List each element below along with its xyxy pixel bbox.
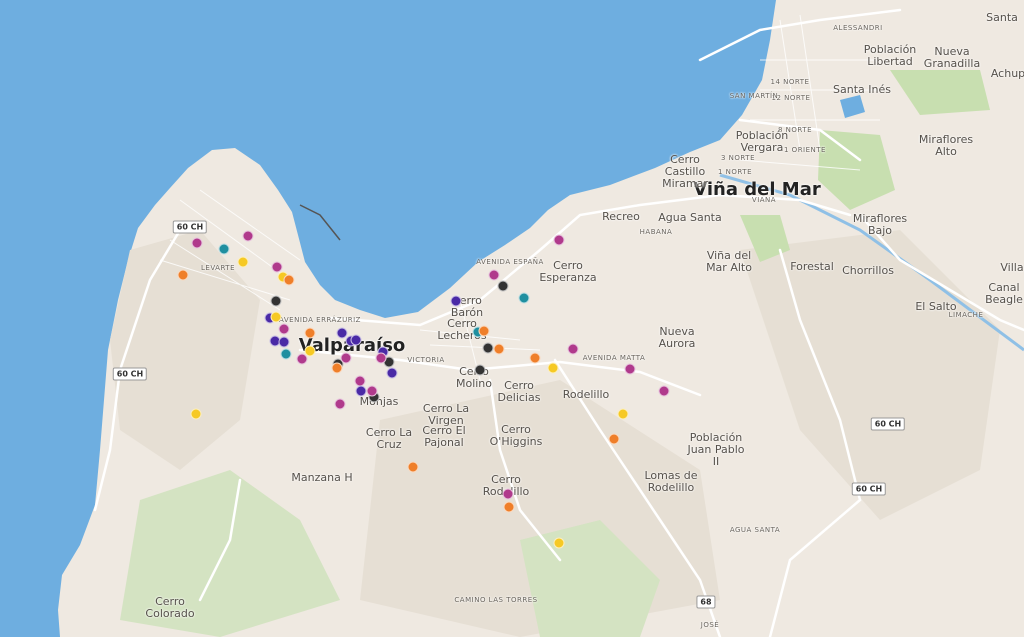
place-label-viana: VIANA — [751, 196, 777, 204]
location-marker-black[interactable] — [474, 364, 486, 376]
place-label-poblacion-juan-pablo: Población Juan Pablo II — [687, 431, 745, 468]
location-marker-magenta[interactable] — [340, 352, 352, 364]
route-shield: 60 CH — [870, 417, 906, 431]
place-label-canal-beagle: Canal Beagle — [985, 281, 1023, 306]
location-marker-orange[interactable] — [478, 325, 490, 337]
route-shield: 60 CH — [172, 220, 208, 234]
location-marker-magenta[interactable] — [191, 237, 203, 249]
location-marker-purple[interactable] — [355, 385, 367, 397]
place-label-forestal: Forestal — [790, 260, 834, 273]
place-label-avenida-matta: AVENIDA MATTA — [582, 354, 646, 362]
place-label-nueva-aurora: Nueva Aurora — [658, 325, 696, 350]
place-label-miraflores-bajo: Miraflores Bajo — [852, 212, 908, 237]
place-label-manzana-h: Manzana H — [291, 471, 353, 484]
location-marker-black[interactable] — [270, 295, 282, 307]
location-marker-yellow[interactable] — [547, 362, 559, 374]
place-label-jose: JOSÉ — [700, 621, 720, 629]
place-label-cerro-colorado: Cerro Colorado — [145, 595, 195, 620]
location-marker-purple[interactable] — [450, 295, 462, 307]
place-label-cerro-castillo: Cerro Castillo Miramar — [662, 153, 708, 190]
location-marker-magenta[interactable] — [553, 234, 565, 246]
place-label-avenida-espana: AVENIDA ESPAÑA — [476, 258, 544, 266]
location-marker-yellow[interactable] — [270, 311, 282, 323]
place-label-cerro-la-cruz: Cerro La Cruz — [365, 426, 413, 451]
location-marker-orange[interactable] — [503, 501, 515, 513]
place-label-recreo: Recreo — [602, 210, 640, 223]
location-marker-orange[interactable] — [407, 461, 419, 473]
location-marker-black[interactable] — [482, 342, 494, 354]
location-marker-black[interactable] — [497, 280, 509, 292]
location-marker-magenta[interactable] — [375, 352, 387, 364]
route-shield: 60 CH — [851, 482, 887, 496]
place-label-lomas-rodelillo: Lomas de Rodelillo — [644, 469, 698, 494]
location-marker-yellow[interactable] — [304, 345, 316, 357]
place-label-poblacion-libertad: Población Libertad — [863, 43, 917, 68]
location-marker-teal[interactable] — [280, 348, 292, 360]
place-label-cerro-esperanza: Cerro Esperanza — [539, 259, 597, 284]
route-shield: 68 — [696, 595, 716, 609]
place-label-nueva-granadilla: Nueva Granadilla — [923, 45, 981, 70]
place-label-camino-las-torres: CAMINO LAS TORRES — [454, 596, 538, 604]
place-label-poblacion-vergara: Población Vergara — [735, 129, 789, 154]
place-label-miraflores-alto: Miraflores Alto — [918, 133, 974, 158]
location-marker-magenta[interactable] — [624, 363, 636, 375]
place-label-villa: Villa — [1000, 261, 1024, 274]
location-marker-orange[interactable] — [304, 327, 316, 339]
place-label-1-oriente: 1 ORIENTE — [784, 146, 826, 154]
location-marker-magenta[interactable] — [567, 343, 579, 355]
place-label-victoria: VICTORIA — [407, 356, 445, 364]
route-shield: 60 CH — [112, 367, 148, 381]
location-marker-teal[interactable] — [518, 292, 530, 304]
location-marker-orange[interactable] — [283, 274, 295, 286]
place-label-cerro-ohiggins: Cerro O'Higgins — [489, 423, 543, 448]
place-label-agua-santa: Agua Santa — [658, 211, 722, 224]
location-marker-magenta[interactable] — [502, 488, 514, 500]
location-marker-orange[interactable] — [529, 352, 541, 364]
place-label-chorrillos: Chorrillos — [842, 264, 894, 277]
place-label-levarte: LEVARTE — [200, 264, 236, 272]
place-label-cerro-el-pajonal: Cerro El Pajonal — [422, 424, 466, 449]
place-label-alessandri: ALESSANDRI — [833, 24, 883, 32]
place-label-habana: HABANA — [639, 228, 673, 236]
location-marker-teal[interactable] — [218, 243, 230, 255]
location-marker-orange[interactable] — [608, 433, 620, 445]
place-label-santa-ines: Santa Inés — [833, 83, 891, 96]
location-marker-orange[interactable] — [331, 362, 343, 374]
location-marker-orange[interactable] — [493, 343, 505, 355]
place-label-san-martin: SAN MARTÍN — [729, 92, 779, 100]
place-label-cerro-delicias: Cerro Delicias — [497, 379, 541, 404]
location-marker-magenta[interactable] — [278, 323, 290, 335]
place-label-vina-mar-alto: Viña del Mar Alto — [706, 249, 752, 274]
place-label-limache: LIMACHE — [948, 311, 984, 319]
location-marker-magenta[interactable] — [334, 398, 346, 410]
place-label-3-norte: 3 NORTE — [721, 154, 755, 162]
location-marker-yellow[interactable] — [237, 256, 249, 268]
location-marker-magenta[interactable] — [242, 230, 254, 242]
location-marker-magenta[interactable] — [658, 385, 670, 397]
place-label-santa: Santa — [986, 11, 1018, 24]
place-label-rodelillo: Rodelillo — [562, 388, 610, 401]
location-marker-orange[interactable] — [177, 269, 189, 281]
location-marker-yellow[interactable] — [553, 537, 565, 549]
location-marker-yellow[interactable] — [617, 408, 629, 420]
location-marker-magenta[interactable] — [488, 269, 500, 281]
place-label-1-norte: 1 NORTE — [718, 168, 752, 176]
map-view[interactable]: ValparaísoViña del MarALESSANDRISantaPob… — [0, 0, 1024, 637]
location-marker-magenta[interactable] — [366, 385, 378, 397]
place-label-agua-santa-road: AGUA SANTA — [729, 526, 781, 534]
location-marker-purple[interactable] — [386, 367, 398, 379]
location-marker-yellow[interactable] — [190, 408, 202, 420]
location-marker-purple[interactable] — [350, 334, 362, 346]
place-label-achupallas: Achup — [990, 67, 1024, 80]
place-label-avenida-errazuriz: AVENIDA ERRÁZURIZ — [279, 316, 361, 324]
location-marker-purple[interactable] — [278, 336, 290, 348]
place-label-14-norte: 14 NORTE — [770, 78, 810, 86]
